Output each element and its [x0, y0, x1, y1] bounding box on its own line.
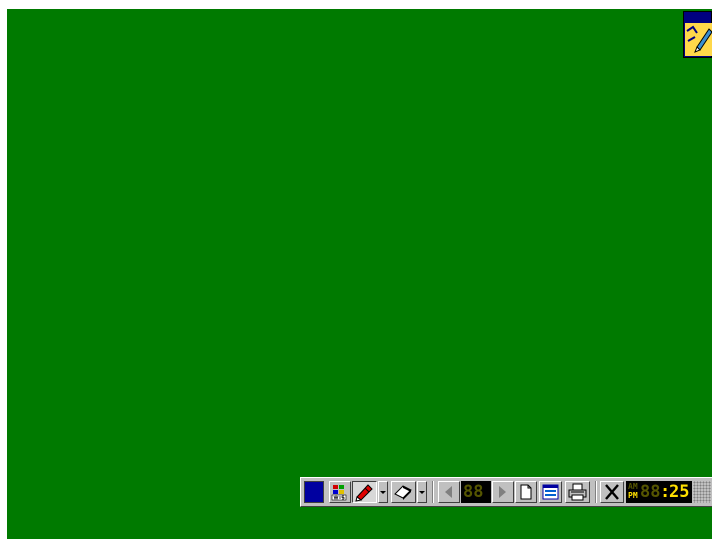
next-page-icon: [493, 482, 513, 502]
toolbar-separator: [595, 481, 597, 503]
palette-icon: [330, 482, 350, 502]
prev-page-icon: [439, 482, 459, 502]
new-page-button[interactable]: [515, 481, 537, 503]
pen-button[interactable]: [352, 481, 377, 503]
pen-tool-image: [685, 23, 712, 56]
next-page-button[interactable]: [492, 481, 514, 503]
dropdown-arrow-icon: [418, 482, 426, 502]
pen-icon: [353, 482, 376, 502]
eraser-dropdown-button[interactable]: [417, 481, 427, 503]
close-icon: [601, 482, 623, 502]
resize-grip[interactable]: [693, 481, 711, 503]
clock-display: AM PM 88 : 25: [626, 481, 692, 503]
page-list-icon: [540, 482, 561, 502]
eraser-icon: [392, 482, 415, 502]
pm-indicator: PM: [628, 491, 638, 500]
am-indicator: AM: [628, 482, 638, 491]
eraser-button[interactable]: [391, 481, 416, 503]
clock-minutes: 25: [669, 482, 690, 502]
window-title: [0, 0, 712, 9]
toolbar-separator: [432, 481, 434, 503]
clock-hours: 88: [640, 482, 661, 502]
page-list-button[interactable]: [539, 481, 562, 503]
new-page-icon: [516, 482, 536, 502]
previous-page-button[interactable]: [438, 481, 460, 503]
toolbar: 88 AM PM 88: 25: [300, 477, 712, 507]
page-number-display: 88: [461, 481, 491, 503]
pen-dropdown-button[interactable]: [378, 481, 388, 503]
page-number: 88: [463, 482, 484, 502]
palette-button[interactable]: [329, 481, 351, 503]
print-icon: [566, 482, 589, 502]
dropdown-arrow-icon: [379, 482, 387, 502]
pen-color-swatch[interactable]: [304, 481, 324, 503]
close-button[interactable]: [600, 481, 624, 503]
app-icon[interactable]: [683, 11, 712, 58]
drawing-board[interactable]: [7, 9, 712, 539]
print-button[interactable]: [565, 481, 590, 503]
